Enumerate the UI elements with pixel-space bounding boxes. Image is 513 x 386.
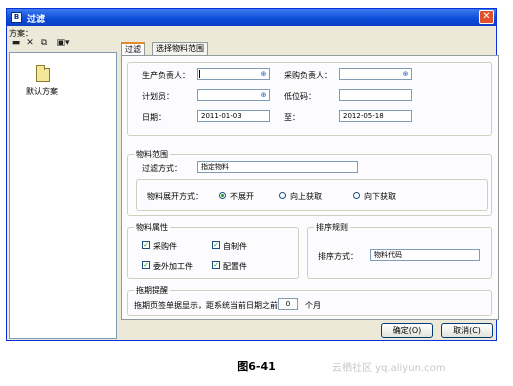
producer-field[interactable]: ⊕ (197, 68, 270, 80)
date-to-label: 至： (284, 113, 300, 122)
material-attributes-group: 物料属性 ✓ 采购件 ✓ 自制件 ✓ 委外加工件 ✓ 配置件 (127, 222, 299, 279)
sort-label: 排序方式： (318, 252, 358, 261)
sort-title: 排序规则 (314, 222, 350, 233)
date-from-field[interactable]: 2011-01-03 (197, 110, 270, 122)
checkbox-configured-label: 配置件 (223, 262, 247, 271)
checkbox-self-made-label: 自制件 (223, 242, 247, 251)
lookup-icon[interactable]: ⊕ (401, 70, 410, 78)
ok-button[interactable]: 确定(O) (381, 323, 433, 338)
checkbox-purchased-label: 采购件 (153, 242, 177, 251)
close-button[interactable]: ✕ (479, 10, 494, 24)
checkbox-outsourced-label: 委外加工件 (153, 262, 193, 271)
scheme-toolbar: ▬ ✕ ⧉ ▣▾ (9, 37, 89, 51)
producer-label: 生产负责人： (142, 71, 190, 80)
watermark: 云栖社区 yq.aliyun.com (332, 363, 446, 374)
radio-expand-up-label: 向上获取 (290, 192, 322, 201)
date-label: 日期： (142, 113, 166, 122)
app-icon: B (11, 12, 22, 23)
date-to-field[interactable]: 2012-05-18 (339, 110, 412, 122)
checkbox-outsourced[interactable]: ✓ (142, 261, 150, 269)
radio-expand-down-label: 向下获取 (364, 192, 396, 201)
sort-field[interactable]: 物料代码 (370, 249, 480, 261)
radio-expand-up[interactable] (279, 192, 286, 199)
planner-field[interactable]: ⊕ (197, 89, 270, 101)
delete-icon[interactable]: ✕ (24, 37, 36, 50)
overdue-title: 拖期提醒 (134, 285, 170, 296)
text-cursor (199, 70, 200, 78)
scheme-list: 默认方案 (9, 52, 117, 339)
filter-method-field[interactable]: 指定物料 (197, 161, 358, 173)
expand-mode-box: 物料展开方式： 不展开 向上获取 向下获取 (136, 179, 488, 211)
material-range-group: 物料范围 过滤方式： 指定物料 物料展开方式： 不展开 向上获取 向下获取 (127, 149, 492, 216)
lowcode-label: 低位码： (284, 92, 316, 101)
material-range-title: 物料范围 (134, 149, 170, 160)
tab-filter[interactable]: 过滤 (121, 42, 145, 56)
lowcode-field[interactable] (339, 89, 412, 101)
filter-group: 生产负责人： ⊕ 采购负责人： ⊕ 计划员： ⊕ 低位码： 日期： 2011-0… (127, 62, 492, 136)
overdue-unit: 个月 (305, 301, 321, 310)
scheme-item-default[interactable]: 默认方案 (26, 86, 58, 97)
planner-label: 计划员： (142, 92, 174, 101)
cancel-button[interactable]: 取消(C) (441, 323, 493, 338)
more-menu-icon[interactable]: ▣▾ (52, 37, 74, 50)
window-title: 过滤 (27, 15, 46, 25)
radio-no-expand[interactable] (219, 192, 226, 199)
checkbox-configured[interactable]: ✓ (212, 261, 220, 269)
purchaser-label: 采购负责人： (284, 71, 332, 80)
title-bar: B 过滤 ✕ (7, 9, 496, 26)
filter-tab-panel: 生产负责人： ⊕ 采购负责人： ⊕ 计划员： ⊕ 低位码： 日期： 2011-0… (121, 55, 499, 320)
copy-icon[interactable]: ⧉ (38, 37, 50, 50)
filter-method-label: 过滤方式： (142, 164, 182, 173)
lookup-icon[interactable]: ⊕ (259, 70, 268, 78)
checkbox-self-made[interactable]: ✓ (212, 241, 220, 249)
save-icon[interactable]: ▬ (10, 37, 22, 50)
overdue-group: 拖期提醒 拖期页签单据显示，距系统当前日期之前 0 个月 (127, 285, 492, 316)
radio-expand-down[interactable] (353, 192, 360, 199)
radio-no-expand-label: 不展开 (230, 192, 254, 201)
checkbox-purchased[interactable]: ✓ (142, 241, 150, 249)
material-attributes-title: 物料属性 (134, 222, 170, 233)
folder-icon[interactable] (36, 65, 50, 82)
filter-dialog: B 过滤 ✕ 方案： ▬ ✕ ⧉ ▣▾ 默认方案 过滤 选择物料范围 生产负责人… (6, 8, 499, 341)
expand-mode-label: 物料展开方式： (147, 192, 203, 201)
tab-material-range[interactable]: 选择物料范围 (152, 42, 208, 55)
lookup-icon[interactable]: ⊕ (259, 91, 268, 99)
overdue-months-field[interactable]: 0 (278, 298, 298, 310)
sort-group: 排序规则 排序方式： 物料代码 (307, 222, 492, 279)
purchaser-field[interactable]: ⊕ (339, 68, 412, 80)
overdue-text: 拖期页签单据显示，距系统当前日期之前 (134, 301, 278, 310)
